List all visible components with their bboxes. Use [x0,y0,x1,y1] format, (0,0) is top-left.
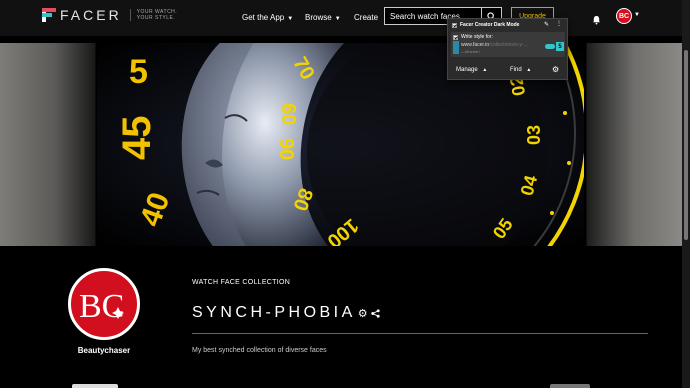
more-options-icon[interactable]: ⋮ [556,20,562,27]
notifications-button[interactable] [592,12,601,30]
share-icon[interactable] [371,309,380,318]
find-button[interactable]: Find ▲ [510,67,531,73]
write-style-row[interactable]: Write style for: [453,34,493,40]
extension-title: Facer Creator Dark Mode [460,22,520,28]
author-avatar[interactable]: BC [68,268,140,340]
user-avatar[interactable]: BC [616,8,632,24]
watch-face-thumbnail-edge[interactable] [550,384,590,388]
site-indicator [453,41,459,54]
url-suffix: /collections/s-y-... [489,42,528,48]
nav-browse[interactable]: Browse ▼ [305,13,341,22]
write-style-label: Write style for: [461,34,493,40]
collection-description: My best synched collection of diverse fa… [192,347,327,354]
write-style-box: Write style for: www.facer.io/collection… [451,32,565,57]
style-toggle[interactable] [545,44,555,49]
divider [192,333,648,334]
collection-title: SYNCH-PHOBIA ⚙ [192,304,380,322]
find-label: Find [510,67,522,73]
watch-face-thumbnail-edge[interactable] [72,384,118,388]
logo-text: FACER [60,7,122,23]
facer-logo[interactable]: FACER YOUR WATCH. YOUR STYLE. [42,7,178,23]
url-prefix: www.facer.io [461,42,490,48]
nav-create-label: Create [354,13,379,22]
numeral-left: 45 [115,116,159,161]
style-count-badge: 5 [556,42,564,51]
edit-pencil-icon[interactable]: ✎ [544,21,549,28]
dark-mode-extension-popup: Facer Creator Dark Mode ✎ ⋮ Write style … [447,18,568,80]
collection-actions: ⚙ [358,307,380,320]
logo-tagline: YOUR WATCH. YOUR STYLE. [129,9,178,21]
numeral-inner: 90 [275,138,297,160]
facer-logo-icon [42,8,56,22]
collection-title-text: SYNCH-PHOBIA [192,304,356,321]
gear-icon[interactable]: ⚙ [552,65,559,74]
top-nav-bar: FACER YOUR WATCH. YOUR STYLE. Get the Ap… [0,0,682,36]
bell-icon [592,15,601,25]
tagline-line-2: YOUR STYLE. [136,15,176,21]
chevron-down-icon[interactable]: ▼ [634,12,640,18]
nav-create[interactable]: Create [354,13,378,22]
author-name[interactable]: Beautychaser [64,346,144,355]
write-style-checkbox[interactable] [453,34,458,40]
enable-checkbox[interactable] [452,22,457,28]
chevron-down-icon: ▼ [287,16,294,22]
manage-label: Manage [456,67,478,73]
numeral-inner: 60 [277,103,299,125]
nav-get-the-app-label: Get the App [242,13,285,22]
collection-type-label: WATCH FACE COLLECTION [192,279,291,286]
extension-style-toggle[interactable]: Facer Creator Dark Mode [452,22,519,28]
scrollbar-thumb[interactable] [684,50,688,240]
numeral-right: 03 [524,125,544,145]
settings-gear-icon[interactable]: ⚙ [358,308,368,320]
chevron-down-icon: ▼ [334,16,341,22]
numeral-left: 5 [129,53,148,91]
chevron-up-icon: ▲ [526,67,532,73]
manage-button[interactable]: Manage ▲ [456,67,487,73]
bc-logo-icon: BC [79,288,124,325]
theme-text: —#theme+ [461,49,481,54]
nav-get-the-app[interactable]: Get the App ▼ [242,13,293,22]
chevron-up-icon: ▲ [482,67,488,73]
nav-browse-label: Browse [305,13,332,22]
author-initials: BC [79,288,124,325]
style-url[interactable]: www.facer.io/collections/s-y-... [461,42,528,48]
